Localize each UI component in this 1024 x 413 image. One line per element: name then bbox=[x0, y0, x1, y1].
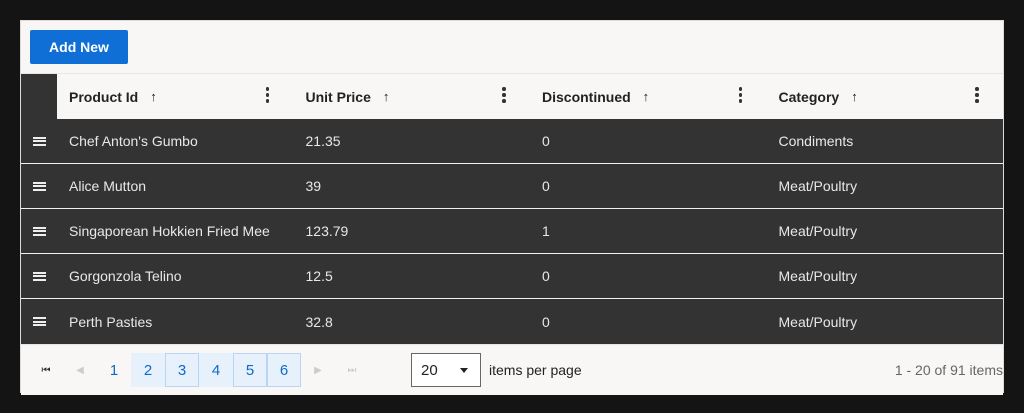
column-title: Category bbox=[778, 88, 840, 105]
cell-discontinued: 0 bbox=[542, 178, 550, 194]
cell-category: Meat/Poultry bbox=[778, 178, 858, 194]
row-drag-handle[interactable] bbox=[21, 317, 57, 326]
cell-unit-price: 123.79 bbox=[305, 223, 349, 239]
cell-discontinued: 0 bbox=[542, 133, 550, 149]
cell-category: Meat/Poultry bbox=[778, 268, 858, 284]
cell-unit-price: 21.35 bbox=[305, 133, 341, 149]
page-button-6[interactable]: 6 bbox=[267, 353, 301, 387]
drag-handle-icon bbox=[32, 271, 46, 281]
page-size-select[interactable]: 20 bbox=[411, 353, 481, 387]
page-button-5[interactable]: 5 bbox=[233, 353, 267, 387]
grid-body: Chef Anton's Gumbo 21.35 0 Condiments Al… bbox=[21, 119, 1003, 344]
column-header-product-id[interactable]: Product Id ↑ bbox=[57, 74, 294, 119]
cell-unit-price: 39 bbox=[305, 178, 322, 194]
drag-handle-icon bbox=[32, 181, 46, 191]
cell-discontinued: 1 bbox=[542, 223, 550, 239]
cell-unit-price: 12.5 bbox=[305, 268, 333, 284]
sort-ascending-icon: ↑ bbox=[382, 89, 390, 104]
row-drag-handle[interactable] bbox=[21, 181, 57, 191]
grid-header: Product Id ↑ Unit Price ↑ Discontinued ↑… bbox=[21, 73, 1003, 119]
cell-category: Condiments bbox=[778, 133, 854, 149]
table-row[interactable]: Singaporean Hokkien Fried Mee 123.79 1 M… bbox=[21, 209, 1003, 254]
column-menu-icon[interactable] bbox=[265, 87, 270, 103]
row-drag-handle[interactable] bbox=[21, 271, 57, 281]
next-page-icon[interactable]: ▶ bbox=[301, 353, 335, 387]
cell-unit-price: 32.8 bbox=[305, 313, 333, 330]
sort-ascending-icon: ↑ bbox=[642, 89, 650, 104]
column-menu-icon[interactable] bbox=[502, 87, 506, 103]
sort-ascending-icon: ↑ bbox=[150, 89, 157, 104]
table-row[interactable]: Chef Anton's Gumbo 21.35 0 Condiments bbox=[21, 119, 1003, 164]
table-row[interactable]: Alice Mutton 39 0 Meat/Poultry bbox=[21, 164, 1003, 209]
table-row[interactable]: Perth Pasties 32.8 0 Meat/Poultry bbox=[21, 299, 1003, 344]
column-header-unit-price[interactable]: Unit Price ↑ bbox=[294, 74, 531, 119]
page-size-value: 20 bbox=[421, 361, 438, 379]
cell-discontinued: 0 bbox=[542, 268, 550, 284]
table-row[interactable]: Gorgonzola Telino 12.5 0 Meat/Poultry bbox=[21, 254, 1003, 299]
drag-handle-icon bbox=[32, 317, 46, 326]
row-drag-handle[interactable] bbox=[21, 136, 57, 146]
column-header-category[interactable]: Category ↑ bbox=[767, 74, 1004, 119]
previous-page-icon[interactable]: ◀ bbox=[63, 353, 97, 387]
column-title: Discontinued bbox=[542, 88, 631, 105]
cell-product-name: Alice Mutton bbox=[69, 178, 147, 194]
column-menu-icon[interactable] bbox=[975, 87, 979, 103]
items-per-page-label: items per page bbox=[489, 362, 582, 378]
last-page-icon[interactable]: ⏭ bbox=[335, 353, 369, 387]
caret-down-icon bbox=[460, 368, 468, 373]
column-title: Unit Price bbox=[305, 88, 371, 105]
pager-info: 1 - 20 of 91 items bbox=[894, 362, 1003, 378]
column-title: Product Id bbox=[69, 88, 139, 105]
column-menu-icon[interactable] bbox=[738, 87, 743, 103]
cell-product-name: Singaporean Hokkien Fried Mee bbox=[69, 223, 270, 239]
cell-category: Meat/Poultry bbox=[778, 223, 858, 239]
drag-handle-icon bbox=[32, 226, 46, 236]
cell-discontinued: 0 bbox=[542, 313, 550, 330]
add-new-button[interactable]: Add New bbox=[30, 30, 128, 64]
page-button-2[interactable]: 2 bbox=[131, 353, 165, 387]
drag-column-header bbox=[21, 74, 57, 119]
row-drag-handle[interactable] bbox=[21, 226, 57, 236]
page-button-1[interactable]: 1 bbox=[97, 353, 131, 387]
first-page-icon[interactable]: ⏮ bbox=[29, 353, 63, 387]
data-grid: Add New Product Id ↑ Unit Price ↑ Discon… bbox=[20, 20, 1004, 395]
page-button-4[interactable]: 4 bbox=[199, 353, 233, 387]
page-button-3[interactable]: 3 bbox=[165, 353, 199, 387]
cell-product-name: Chef Anton's Gumbo bbox=[69, 133, 198, 149]
cell-product-name: Gorgonzola Telino bbox=[69, 268, 182, 284]
grid-toolbar: Add New bbox=[21, 21, 1003, 73]
pager: ⏮ ◀ 1 2 3 4 5 6 ▶ ⏭ 20 items per page 1 … bbox=[21, 344, 1003, 395]
sort-ascending-icon: ↑ bbox=[851, 89, 858, 104]
column-header-discontinued[interactable]: Discontinued ↑ bbox=[530, 74, 767, 119]
drag-handle-icon bbox=[32, 136, 46, 146]
cell-product-name: Perth Pasties bbox=[69, 313, 153, 330]
cell-category: Meat/Poultry bbox=[778, 313, 858, 330]
